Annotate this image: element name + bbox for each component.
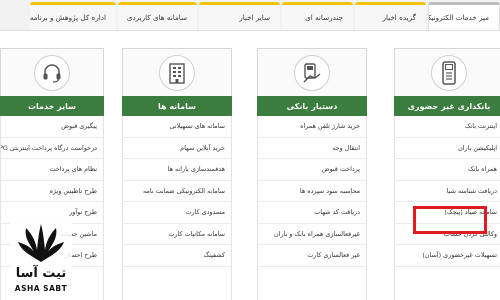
list-item-internet-bank[interactable]: اینترنت بانک [395, 116, 500, 138]
panel-icon-area [0, 48, 104, 96]
card-in-hand-icon [294, 55, 330, 91]
list-item-track-bills[interactable]: پیگیری قبوض [1, 116, 103, 138]
list-item-special-plan[interactable]: طرح تاطیس ویژه [1, 181, 103, 202]
panel-title: سایر خدمات [0, 96, 104, 116]
tab-multimedia[interactable]: چندرسانه ای [282, 2, 353, 30]
list-item-baran-app[interactable]: اپلیکیشن باران [395, 138, 500, 159]
list-item-buy-charge[interactable]: خرید شارژ تلفن همراه [258, 116, 366, 138]
logo-text-fa: تیت آسا [15, 266, 67, 281]
list-item-deactivate-mobile-bank[interactable]: غیرفعالسازی همراه بانک و باران [258, 224, 366, 245]
tab-news-selection[interactable]: گزیده اخبار [355, 2, 426, 30]
watermark-logo: تیت آسا ASHA SABT [10, 222, 72, 298]
panel-systems: سامانه ها سامانه های تسهیلاتی خرید آنلای… [122, 48, 232, 300]
list-item-pay-bills[interactable]: پرداخت قبوض [258, 159, 366, 181]
list-item-payment-systems[interactable]: نظام های پرداخت [1, 159, 103, 181]
list-item-card-correspondence[interactable]: سامانه مکاتبات کارت [123, 224, 231, 245]
list-item-mobile-bank[interactable]: همراه بانک [395, 159, 500, 181]
list-item-transfer[interactable]: انتقال وجه [258, 138, 366, 159]
tab-research-office[interactable]: اداره کل پژوهش و برنامه ریزی [30, 2, 116, 30]
list-item-loan-systems[interactable]: سامانه های تسهیلاتی [123, 116, 231, 138]
panel-title: سامانه ها [122, 96, 232, 116]
tab-e-services[interactable]: میز خدمات الکترونیک [428, 2, 500, 30]
highlight-box [413, 206, 487, 234]
panel-list: خرید شارژ تلفن همراه انتقال وجه پرداخت ق… [257, 116, 367, 300]
panel-title: دستیار بانکی [257, 96, 367, 116]
logo-text-en: ASHA SABT [14, 284, 68, 293]
list-item-asan-loans[interactable]: تسهیلات غیرحضوری (آسان) [395, 245, 500, 267]
list-item-subsidies[interactable]: هدفمندسازی یارانه ها [123, 159, 231, 181]
panel-icon-area [394, 48, 500, 96]
list-item-kashfing[interactable]: کشفینگ [123, 245, 231, 267]
list-item-ipg-request[interactable]: درخواست درگاه پرداخت اینترنتی IPG [1, 138, 103, 159]
panel-icon-area [122, 48, 232, 96]
list-item-sheba[interactable]: دریافت شناسه شبا [395, 181, 500, 202]
building-icon [159, 55, 195, 91]
list-item-deactivate-card[interactable]: غیر فعالسازی کارت [258, 245, 366, 267]
panel-non-attendance-banking: بانکداری غیر حضوری اینترنت بانک اپلیکیشن… [394, 48, 500, 300]
panel-title: بانکداری غیر حضوری [394, 96, 500, 116]
tab-bar: میز خدمات الکترونیک گزیده اخبار چندرسانه… [0, 0, 500, 31]
list-item-guarantee[interactable]: سامانه الکترونیکی ضمانت نامه [123, 181, 231, 202]
pos-terminal-icon [431, 55, 467, 91]
list-item-deposit-interest[interactable]: محاسبه سود سپرده ها [258, 181, 366, 202]
tab-applications[interactable]: سامانه های کاربردی [118, 2, 197, 30]
tab-other-news[interactable]: سایر اخبار [199, 2, 280, 30]
list-item-innovator-plan[interactable]: طرح نوآور [1, 202, 103, 224]
panel-banking-assistant: دستیار بانکی خرید شارژ تلفن همراه انتقال… [257, 48, 367, 300]
list-item-block-card[interactable]: مسدودی کارت [123, 202, 231, 224]
list-item-shahab-code[interactable]: دریافت کد شهاب [258, 202, 366, 224]
headset-icon [34, 55, 70, 91]
logo-emblem-icon [18, 224, 64, 262]
panel-list: سامانه های تسهیلاتی خرید آنلاین سهام هدف… [122, 116, 232, 300]
panel-icon-area [257, 48, 367, 96]
list-item-buy-stocks[interactable]: خرید آنلاین سهام [123, 138, 231, 159]
